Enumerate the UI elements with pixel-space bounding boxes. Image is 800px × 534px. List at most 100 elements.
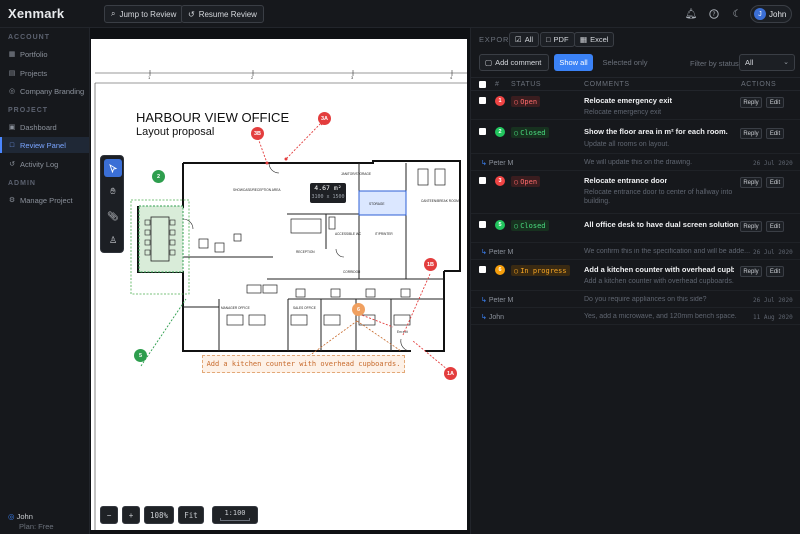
comment-title: Relocate emergency exit bbox=[584, 96, 672, 105]
review-panel: EXPORT ☑ All □ PDF ▦ Excel ▢ Add comment… bbox=[470, 28, 800, 534]
comment-description: Update all rooms on layout. bbox=[584, 141, 670, 148]
hand-tool-icon[interactable]: ✋︎ bbox=[104, 182, 122, 200]
comment-title: Show the floor area in m² for each room. bbox=[584, 127, 728, 136]
table-row[interactable]: 1 ○ Open Relocate emergency exit Relocate… bbox=[471, 92, 800, 120]
reply-arrow-icon: ↳ bbox=[481, 297, 487, 304]
reply-arrow-icon: ↳ bbox=[481, 314, 487, 321]
sidebar-section-project: PROJECT bbox=[8, 107, 49, 114]
pin-5[interactable]: 5 bbox=[134, 349, 147, 362]
stamp-tool-icon[interactable]: ♙ bbox=[104, 231, 122, 249]
svg-text:?: ? bbox=[712, 11, 715, 18]
reply-message: We confirm this in the specification and… bbox=[584, 248, 751, 255]
area-measurement-label[interactable]: 4.67 m² 3100 x 1500 bbox=[310, 183, 346, 203]
sidebar-section-account: ACCOUNT bbox=[8, 34, 50, 41]
room-label: IT/PRINTER bbox=[375, 232, 393, 236]
pin-1b[interactable]: 1B bbox=[424, 258, 437, 271]
conference-room-highlight[interactable] bbox=[138, 205, 184, 273]
resume-review-button[interactable]: ↺ Resume Review bbox=[181, 5, 264, 23]
reply-row: ↳ Peter M We confirm this in the specifi… bbox=[471, 244, 800, 260]
edit-button[interactable]: Edit bbox=[766, 177, 784, 188]
moon-icon[interactable]: ☾ bbox=[728, 5, 746, 23]
pin-6[interactable]: 6 bbox=[352, 303, 365, 316]
selected-only-button[interactable]: Selected only bbox=[597, 54, 653, 71]
ruler-tick: 4 bbox=[450, 75, 453, 80]
edit-button[interactable]: Edit bbox=[766, 128, 784, 139]
row-checkbox[interactable] bbox=[479, 177, 486, 184]
table-row[interactable]: 5 ○ Closed All office desk to have dual s… bbox=[471, 215, 800, 243]
chevron-down-icon: ⌄ bbox=[783, 59, 789, 66]
sidebar-section-admin: ADMIN bbox=[8, 180, 36, 187]
history-icon: ↺ bbox=[188, 9, 195, 19]
zoom-in-button[interactable]: + bbox=[122, 506, 140, 524]
annotation-text-box[interactable]: Add a kitchen counter with overhead cupb… bbox=[202, 355, 405, 373]
room-label: Em exit bbox=[397, 330, 408, 334]
jump-to-review-button[interactable]: ⌕ Jump to Review bbox=[104, 5, 184, 23]
reply-button[interactable]: Reply bbox=[740, 266, 762, 277]
export-excel-button[interactable]: ▦ Excel bbox=[574, 32, 615, 47]
file-icon: □ bbox=[546, 35, 551, 44]
row-checkbox[interactable] bbox=[479, 221, 486, 228]
zoom-out-button[interactable]: − bbox=[100, 506, 118, 524]
status-filter-select[interactable]: All ⌄ bbox=[739, 54, 795, 71]
table-row[interactable]: 3 ○ Open Relocate entrance door Relocate … bbox=[471, 172, 800, 214]
reply-message: Yes, add a microwave, and 120mm bench sp… bbox=[584, 313, 737, 320]
sidebar-user[interactable]: ◎ John Plan: Free bbox=[8, 512, 54, 531]
row-checkbox[interactable] bbox=[479, 266, 486, 273]
status-badge[interactable]: ○ Open bbox=[511, 176, 541, 187]
cursor-tool-icon[interactable] bbox=[104, 159, 122, 177]
help-icon[interactable]: ? bbox=[705, 5, 723, 23]
activity-icon: ↺ bbox=[9, 161, 15, 168]
add-comment-button[interactable]: ▢ Add comment bbox=[479, 54, 549, 71]
attach-tool-icon[interactable]: 📎︎ bbox=[104, 207, 122, 225]
reply-button[interactable]: Reply bbox=[740, 221, 762, 232]
reply-button[interactable]: Reply bbox=[740, 128, 762, 139]
status-badge[interactable]: ○ In progress bbox=[511, 265, 570, 276]
room-label: SHOWCASE/RECEPTION AREA bbox=[233, 188, 281, 192]
status-badge[interactable]: ○ Open bbox=[511, 96, 541, 107]
sidebar-item-review-panel[interactable]: □ Review Panel bbox=[0, 137, 89, 153]
pin-3a[interactable]: 3A bbox=[318, 112, 331, 125]
reply-button[interactable]: Reply bbox=[740, 97, 762, 108]
projects-icon: ▤ bbox=[8, 70, 16, 77]
reply-row: ↳ Peter M Do you require appliances on t… bbox=[471, 292, 800, 308]
table-row[interactable]: 6 ○ In progress Add a kitchen counter wit… bbox=[471, 261, 800, 291]
row-checkbox[interactable] bbox=[479, 128, 486, 135]
table-row[interactable]: 2 ○ Closed Show the floor area in m² for … bbox=[471, 121, 800, 154]
sidebar-item-dashboard[interactable]: ▣ Dashboard bbox=[0, 119, 89, 135]
export-pdf-button[interactable]: □ PDF bbox=[540, 32, 575, 47]
spreadsheet-icon: ▦ bbox=[580, 35, 588, 44]
reply-button[interactable]: Reply bbox=[740, 177, 762, 188]
filter-label: Filter by status bbox=[690, 59, 739, 68]
drawing-canvas[interactable]: 1 2 3 4 SHOWCASE/RECEPTION AREA JANITOR/… bbox=[90, 28, 468, 534]
pin-2[interactable]: 2 bbox=[152, 170, 165, 183]
zoom-level[interactable]: 108% bbox=[144, 506, 174, 524]
bell-icon[interactable]: 🔔︎ bbox=[682, 5, 700, 23]
reply-arrow-icon: ↳ bbox=[481, 249, 487, 256]
reply-date: 26 Jul 2020 bbox=[753, 160, 793, 167]
sidebar-item-activity-log[interactable]: ↺ Activity Log bbox=[0, 156, 89, 172]
edit-button[interactable]: Edit bbox=[766, 97, 784, 108]
fit-button[interactable]: Fit bbox=[178, 506, 204, 524]
show-all-button[interactable]: Show all bbox=[554, 54, 593, 71]
comment-icon: ▢ bbox=[485, 58, 493, 67]
sidebar-item-projects[interactable]: ▤ Projects bbox=[0, 65, 89, 81]
status-badge[interactable]: ○ Closed bbox=[511, 220, 549, 231]
row-checkbox[interactable] bbox=[479, 97, 486, 104]
room-label: CORRIDOR bbox=[343, 270, 361, 274]
export-all-button[interactable]: ☑ All bbox=[509, 32, 540, 47]
sidebar-item-portfolio[interactable]: ▦ Portfolio bbox=[0, 46, 89, 62]
user-menu-button[interactable]: J John bbox=[750, 5, 792, 23]
reply-message: Do you require appliances on this side? bbox=[584, 296, 707, 303]
edit-button[interactable]: Edit bbox=[766, 221, 784, 232]
select-all-checkbox[interactable] bbox=[479, 81, 486, 88]
app-logo[interactable]: Xenmark bbox=[8, 6, 64, 21]
reply-message: We will update this on the drawing. bbox=[584, 159, 693, 166]
status-badge[interactable]: ○ Closed bbox=[511, 127, 549, 138]
edit-button[interactable]: Edit bbox=[766, 266, 784, 277]
room-label: SALES OFFICE bbox=[293, 306, 316, 310]
pin-1a[interactable]: 1A bbox=[444, 367, 457, 380]
pin-3b[interactable]: 3B bbox=[251, 127, 264, 140]
portfolio-icon: ▦ bbox=[8, 51, 16, 58]
sidebar-item-company-branding[interactable]: ◎ Company Branding bbox=[0, 83, 89, 99]
sidebar-item-manage-project[interactable]: ⚙ Manage Project bbox=[0, 192, 89, 208]
